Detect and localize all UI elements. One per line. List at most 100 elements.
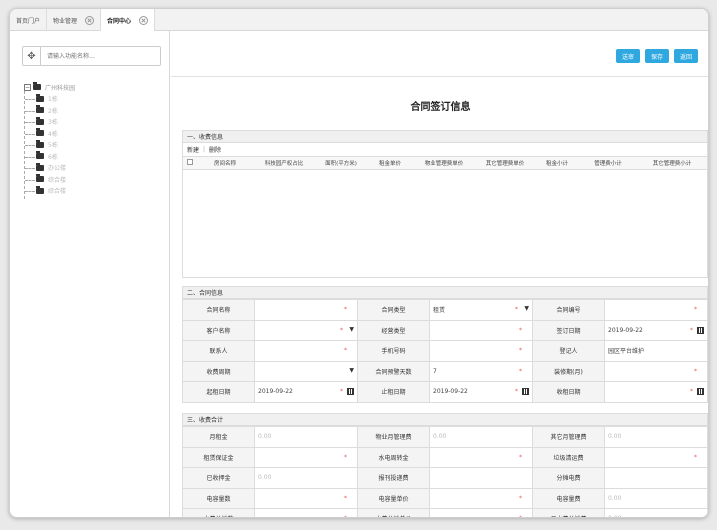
form-row: 收费周期 ▼ 合同预警天数 7 * 装修期(月) * (182, 360, 708, 382)
field-input[interactable]: 0.00 (429, 426, 533, 448)
required-mark: * (340, 326, 343, 334)
field-input[interactable]: ▼ (254, 360, 358, 382)
required-mark: * (690, 326, 693, 334)
back-button[interactable]: 返回 (673, 49, 698, 63)
function-search-input[interactable] (47, 48, 157, 64)
field-input[interactable]: * (604, 446, 708, 468)
field-input[interactable]: * (604, 299, 708, 321)
form-row: 已收押金 0.00 报刊投递费 分摊电费 (182, 467, 708, 489)
field-input[interactable]: * ▼ (254, 319, 358, 341)
tree-item[interactable]: 办公楼 (24, 162, 75, 174)
delete-link[interactable]: 删除 (209, 145, 221, 154)
dropdown-arrow-icon[interactable]: ▼ (349, 326, 354, 333)
select-all-checkbox[interactable] (187, 159, 193, 165)
grid-header: 房间名称 科技园产权占比 面积(平方米) 租金单价 物业管理费单价 其它管理费单… (183, 157, 707, 170)
column-header[interactable]: 面积(平方米) (315, 159, 367, 167)
field-input[interactable]: 0.00 (254, 426, 358, 448)
field-input[interactable]: 0.00 (604, 508, 708, 517)
calendar-icon[interactable] (697, 326, 704, 334)
field-input[interactable]: * (604, 360, 708, 382)
tree-item[interactable]: 综合楼 (24, 185, 75, 197)
field-input[interactable]: 0.00 (604, 487, 708, 509)
field-input[interactable]: 2019-09-22 * (429, 381, 533, 403)
field-input[interactable]: 2019-09-22 * (254, 381, 358, 403)
column-header[interactable]: 科技园产权占比 (253, 159, 315, 167)
tab-contract-center[interactable]: 合同中心 (101, 9, 156, 31)
toolbar: 送审 保存 返回 (615, 49, 698, 63)
column-header[interactable]: 租金单价 (367, 159, 413, 167)
field-input[interactable]: * (254, 340, 358, 362)
tree-item[interactable]: 5栋 (24, 139, 75, 151)
required-mark: * (344, 347, 347, 354)
section-fee-total: 三、收费合计 (182, 413, 708, 426)
tree-item[interactable]: 1栋 (24, 93, 75, 105)
field-label: 合同类型 (357, 299, 430, 321)
dropdown-arrow-icon[interactable]: ▼ (524, 305, 529, 312)
field-input[interactable]: 2019-09-22 * (604, 319, 708, 341)
field-label: 水费分摊数 (182, 508, 255, 517)
field-input[interactable]: * (429, 340, 533, 362)
close-icon[interactable] (139, 15, 149, 25)
field-input[interactable]: 0.00 (254, 467, 358, 489)
field-label: 联系人 (182, 340, 255, 362)
field-input[interactable]: * (429, 319, 533, 341)
tree-item[interactable]: 2栋 (24, 105, 75, 117)
locate-icon[interactable]: ✥ (23, 47, 41, 65)
field-input[interactable]: 7 * (429, 360, 533, 382)
field-input[interactable]: * (429, 446, 533, 468)
field-input[interactable]: 租赁 * ▼ (429, 299, 533, 321)
field-label: 其它月管理费 (532, 426, 605, 448)
column-header[interactable]: 物业管理费单价 (413, 159, 475, 167)
required-mark: * (344, 515, 347, 517)
field-input[interactable]: 0.00 (604, 426, 708, 448)
field-input[interactable]: * (429, 487, 533, 509)
tab-bar: 首页门户 物业管理 合同中心 (10, 9, 708, 31)
calendar-icon[interactable] (697, 388, 704, 395)
field-input[interactable]: * (254, 299, 358, 321)
field-input[interactable]: * (604, 381, 708, 403)
field-label: 装修期(月) (532, 360, 605, 382)
section-title: 三、收费合计 (187, 417, 224, 424)
tree-item[interactable]: 4栋 (24, 128, 75, 140)
tree-item[interactable]: 综合楼 (24, 174, 75, 186)
tree-item-label: 综合楼 (48, 176, 67, 184)
form-row: 合同名称 * 合同类型 租赁 * ▼ 合同编号 * (182, 299, 708, 321)
calendar-icon[interactable] (522, 388, 529, 395)
form-row: 联系人 * 手机号码 * 登记人 园区平台维护 (182, 340, 708, 362)
field-value: 0.00 (258, 474, 272, 482)
tree-item[interactable]: 6栋 (24, 151, 75, 163)
tree-item-label: 2栋 (48, 107, 58, 115)
tree-root[interactable]: − 广州科技园 (24, 81, 75, 93)
field-value: 0.00 (608, 433, 622, 441)
field-label: 报刊投递费 (357, 467, 430, 489)
field-input[interactable]: * (254, 508, 358, 517)
field-label: 客户名称 (182, 319, 255, 341)
field-label: 月水费分摊费 (532, 508, 605, 517)
tree-item-label: 1栋 (48, 96, 58, 104)
calendar-icon[interactable] (347, 388, 354, 395)
field-input[interactable] (604, 467, 708, 489)
column-header[interactable]: 房间名称 (197, 159, 253, 167)
close-icon[interactable] (85, 15, 95, 25)
field-input[interactable]: 园区平台维护 (604, 340, 708, 362)
add-link[interactable]: 新建 (187, 145, 199, 154)
column-header[interactable]: 租金小计 (535, 159, 579, 167)
field-label: 收费周期 (182, 360, 255, 382)
field-input[interactable]: * (429, 508, 533, 517)
field-input[interactable] (429, 467, 533, 489)
collapse-icon[interactable]: − (24, 83, 31, 91)
tab-home[interactable]: 首页门户 (10, 9, 48, 31)
tree-item[interactable]: 3栋 (24, 116, 75, 128)
submit-button[interactable]: 送审 (615, 49, 640, 63)
tab-label: 物业管理 (53, 17, 78, 25)
form-row: 月租金 0.00 物业月管理费 0.00 其它月管理费 0.00 (182, 426, 708, 448)
field-input[interactable]: * (254, 446, 358, 468)
dropdown-arrow-icon[interactable]: ▼ (349, 367, 354, 374)
field-input[interactable]: * (254, 487, 358, 509)
column-header[interactable]: 其它管理费单价 (475, 159, 535, 167)
column-header[interactable]: 其它管理费小计 (637, 159, 707, 167)
tab-property[interactable]: 物业管理 (47, 9, 102, 31)
required-mark: * (515, 388, 518, 395)
column-header[interactable]: 管理费小计 (579, 159, 637, 167)
save-button[interactable]: 保存 (644, 49, 669, 63)
